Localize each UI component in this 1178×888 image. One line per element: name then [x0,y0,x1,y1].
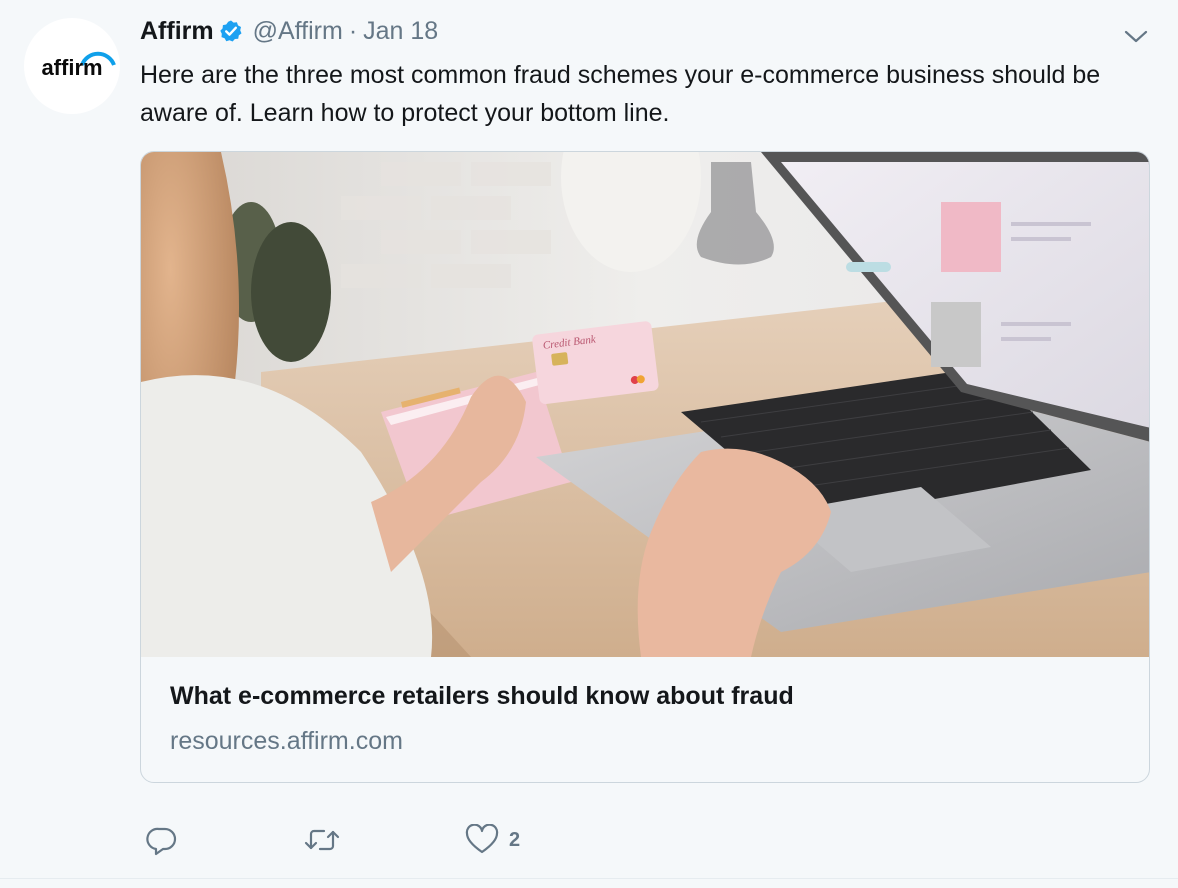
tweet-text: Here are the three most common fraud sch… [140,61,1101,127]
avatar[interactable]: affirm [24,18,120,114]
author-name[interactable]: Affirm [140,17,214,46]
retweet-icon [304,829,340,851]
affirm-logo: affirm [41,51,116,80]
separator: · [348,16,358,45]
author-handle[interactable]: @Affirm [253,17,343,46]
link-card[interactable]: Credit Bank What e-commerce retailers sh… [140,151,1150,783]
like-count: 2 [509,828,521,851]
verified-badge-icon [219,19,243,43]
retweet-button[interactable] [302,822,342,858]
like-icon [465,824,499,854]
card-title[interactable]: What e-commerce retailers should know ab… [170,682,794,711]
tweet-date[interactable]: Jan 18 [363,17,438,46]
tweet: affirm Affirm @Affirm · Jan 18 Here are … [0,0,1178,888]
divider [0,878,1178,879]
like-button[interactable]: 2 [465,822,520,858]
reply-button[interactable] [146,822,178,858]
tweet-header: Affirm @Affirm · Jan 18 [140,14,438,48]
card-domain[interactable]: resources.affirm.com [170,727,403,756]
reply-icon [146,827,177,856]
chevron-down-icon[interactable] [1122,24,1150,48]
card-image[interactable]: Credit Bank [141,152,1149,657]
avatar-logo-text: affirm [41,55,102,80]
